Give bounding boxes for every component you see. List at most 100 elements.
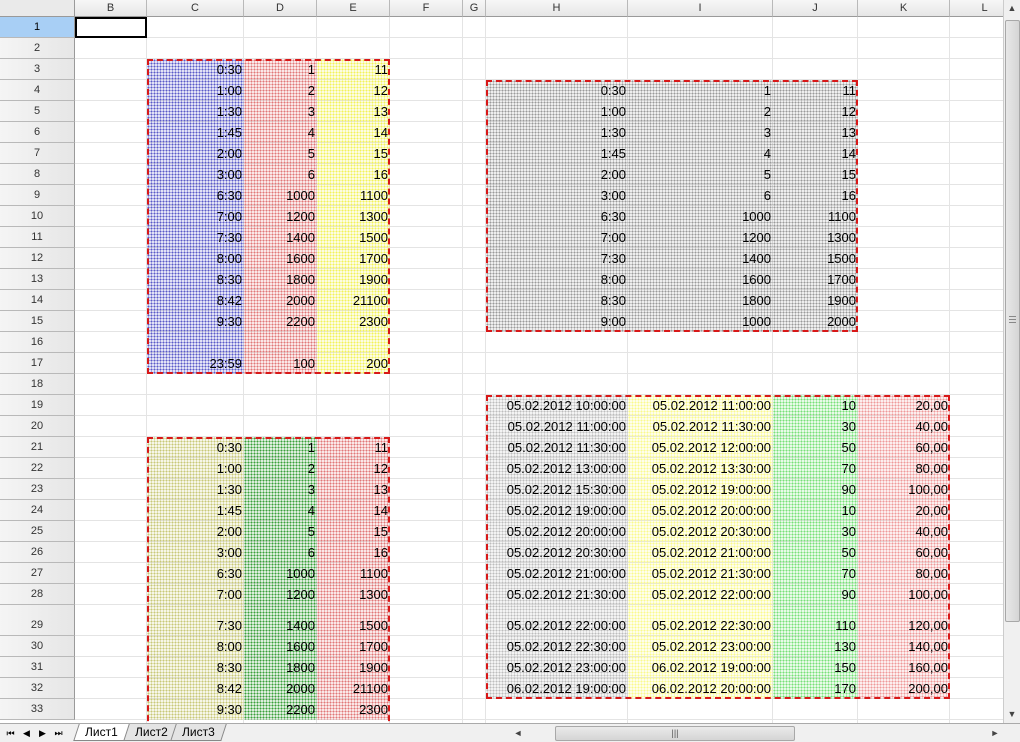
cell-h5[interactable]: 1:00 bbox=[486, 101, 628, 122]
column-header-i[interactable]: I bbox=[628, 0, 773, 17]
cell-j27[interactable]: 70 bbox=[773, 563, 858, 584]
cell-e9[interactable]: 1100 bbox=[317, 185, 390, 206]
cell-e4[interactable]: 12 bbox=[317, 80, 390, 101]
cell-d4[interactable]: 2 bbox=[244, 80, 317, 101]
cell-e7[interactable]: 15 bbox=[317, 143, 390, 164]
cell-e24[interactable]: 14 bbox=[317, 500, 390, 521]
cell-j11[interactable]: 1300 bbox=[773, 227, 858, 248]
row-header-26[interactable]: 26 bbox=[0, 542, 75, 563]
cell-e28[interactable]: 1300 bbox=[317, 584, 390, 605]
row-header-11[interactable]: 11 bbox=[0, 227, 75, 248]
cell-k32[interactable]: 200,00 bbox=[858, 678, 950, 699]
cell-c4[interactable]: 1:00 bbox=[147, 80, 244, 101]
cell-j13[interactable]: 1700 bbox=[773, 269, 858, 290]
cell-c21[interactable]: 0:30 bbox=[147, 437, 244, 458]
cell-e21[interactable]: 11 bbox=[317, 437, 390, 458]
cell-j29[interactable]: 110 bbox=[773, 605, 858, 636]
cell-e6[interactable]: 14 bbox=[317, 122, 390, 143]
cell-j31[interactable]: 150 bbox=[773, 657, 858, 678]
column-header-e[interactable]: E bbox=[317, 0, 390, 17]
cell-j5[interactable]: 12 bbox=[773, 101, 858, 122]
cell-c31[interactable]: 8:30 bbox=[147, 657, 244, 678]
cell-h28[interactable]: 05.02.2012 21:30:00 bbox=[486, 584, 628, 605]
cell-k26[interactable]: 60,00 bbox=[858, 542, 950, 563]
cell-d29[interactable]: 1400 bbox=[244, 605, 317, 636]
cell-i25[interactable]: 05.02.2012 20:30:00 bbox=[628, 521, 773, 542]
cell-h7[interactable]: 1:45 bbox=[486, 143, 628, 164]
row-header-4[interactable]: 4 bbox=[0, 80, 75, 101]
row-header-31[interactable]: 31 bbox=[0, 657, 75, 678]
cell-c27[interactable]: 6:30 bbox=[147, 563, 244, 584]
row-header-27[interactable]: 27 bbox=[0, 563, 75, 584]
cell-c29[interactable]: 7:30 bbox=[147, 605, 244, 636]
cell-h29[interactable]: 05.02.2012 22:00:00 bbox=[486, 605, 628, 636]
row-header-5[interactable]: 5 bbox=[0, 101, 75, 122]
cell-c10[interactable]: 7:00 bbox=[147, 206, 244, 227]
cell-e16[interactable] bbox=[317, 332, 390, 353]
cell-h13[interactable]: 8:00 bbox=[486, 269, 628, 290]
cell-j9[interactable]: 16 bbox=[773, 185, 858, 206]
row-header-9[interactable]: 9 bbox=[0, 185, 75, 206]
row-header-28[interactable]: 28 bbox=[0, 584, 75, 605]
cell-k29[interactable]: 120,00 bbox=[858, 605, 950, 636]
cell-j20[interactable]: 30 bbox=[773, 416, 858, 437]
cell-e12[interactable]: 1700 bbox=[317, 248, 390, 269]
cell-h4[interactable]: 0:30 bbox=[486, 80, 628, 101]
horizontal-scrollbar[interactable]: ◄ ||| ► bbox=[510, 725, 1003, 741]
cell-h8[interactable]: 2:00 bbox=[486, 164, 628, 185]
cell-e14[interactable]: 21100 bbox=[317, 290, 390, 311]
cell-d32[interactable]: 2000 bbox=[244, 678, 317, 699]
row-header-19[interactable]: 19 bbox=[0, 395, 75, 416]
cell-d7[interactable]: 5 bbox=[244, 143, 317, 164]
row-header-18[interactable]: 18 bbox=[0, 374, 75, 395]
scroll-up-icon[interactable]: ▲ bbox=[1004, 0, 1020, 17]
cell-d33[interactable]: 2200 bbox=[244, 699, 317, 720]
cell-e22[interactable]: 12 bbox=[317, 458, 390, 479]
cell-h21[interactable]: 05.02.2012 11:30:00 bbox=[486, 437, 628, 458]
cell-c16[interactable] bbox=[147, 332, 244, 353]
cell-e26[interactable]: 16 bbox=[317, 542, 390, 563]
row-header-29[interactable]: 29 bbox=[0, 605, 75, 636]
row-header-3[interactable]: 3 bbox=[0, 59, 75, 80]
cell-c14[interactable]: 8:42 bbox=[147, 290, 244, 311]
cell-c11[interactable]: 7:30 bbox=[147, 227, 244, 248]
cell-i5[interactable]: 2 bbox=[628, 101, 773, 122]
cell-k22[interactable]: 80,00 bbox=[858, 458, 950, 479]
cell-c12[interactable]: 8:00 bbox=[147, 248, 244, 269]
cell-j10[interactable]: 1100 bbox=[773, 206, 858, 227]
cell-j24[interactable]: 10 bbox=[773, 500, 858, 521]
cell-d3[interactable]: 1 bbox=[244, 59, 317, 80]
cell-j32[interactable]: 170 bbox=[773, 678, 858, 699]
cell-d8[interactable]: 6 bbox=[244, 164, 317, 185]
cell-e11[interactable]: 1500 bbox=[317, 227, 390, 248]
row-header-33[interactable]: 33 bbox=[0, 699, 75, 720]
cell-d16[interactable] bbox=[244, 332, 317, 353]
cell-d14[interactable]: 2000 bbox=[244, 290, 317, 311]
cell-i32[interactable]: 06.02.2012 20:00:00 bbox=[628, 678, 773, 699]
cell-i6[interactable]: 3 bbox=[628, 122, 773, 143]
cell-c3[interactable]: 0:30 bbox=[147, 59, 244, 80]
cell-d9[interactable]: 1000 bbox=[244, 185, 317, 206]
vertical-scroll-thumb[interactable] bbox=[1005, 20, 1020, 622]
cell-j21[interactable]: 50 bbox=[773, 437, 858, 458]
cell-h10[interactable]: 6:30 bbox=[486, 206, 628, 227]
cell-h32[interactable]: 06.02.2012 19:00:00 bbox=[486, 678, 628, 699]
row-header-23[interactable]: 23 bbox=[0, 479, 75, 500]
cell-h31[interactable]: 05.02.2012 23:00:00 bbox=[486, 657, 628, 678]
cell-j14[interactable]: 1900 bbox=[773, 290, 858, 311]
cell-c28[interactable]: 7:00 bbox=[147, 584, 244, 605]
column-header-j[interactable]: J bbox=[773, 0, 858, 17]
cell-i26[interactable]: 05.02.2012 21:00:00 bbox=[628, 542, 773, 563]
cell-e23[interactable]: 13 bbox=[317, 479, 390, 500]
cell-h26[interactable]: 05.02.2012 20:30:00 bbox=[486, 542, 628, 563]
cell-d25[interactable]: 5 bbox=[244, 521, 317, 542]
cell-d5[interactable]: 3 bbox=[244, 101, 317, 122]
cell-i12[interactable]: 1400 bbox=[628, 248, 773, 269]
cell-c7[interactable]: 2:00 bbox=[147, 143, 244, 164]
cell-h23[interactable]: 05.02.2012 15:30:00 bbox=[486, 479, 628, 500]
cell-i23[interactable]: 05.02.2012 19:00:00 bbox=[628, 479, 773, 500]
column-header-h[interactable]: H bbox=[486, 0, 628, 17]
cell-h14[interactable]: 8:30 bbox=[486, 290, 628, 311]
column-header-d[interactable]: D bbox=[244, 0, 317, 17]
cell-j23[interactable]: 90 bbox=[773, 479, 858, 500]
